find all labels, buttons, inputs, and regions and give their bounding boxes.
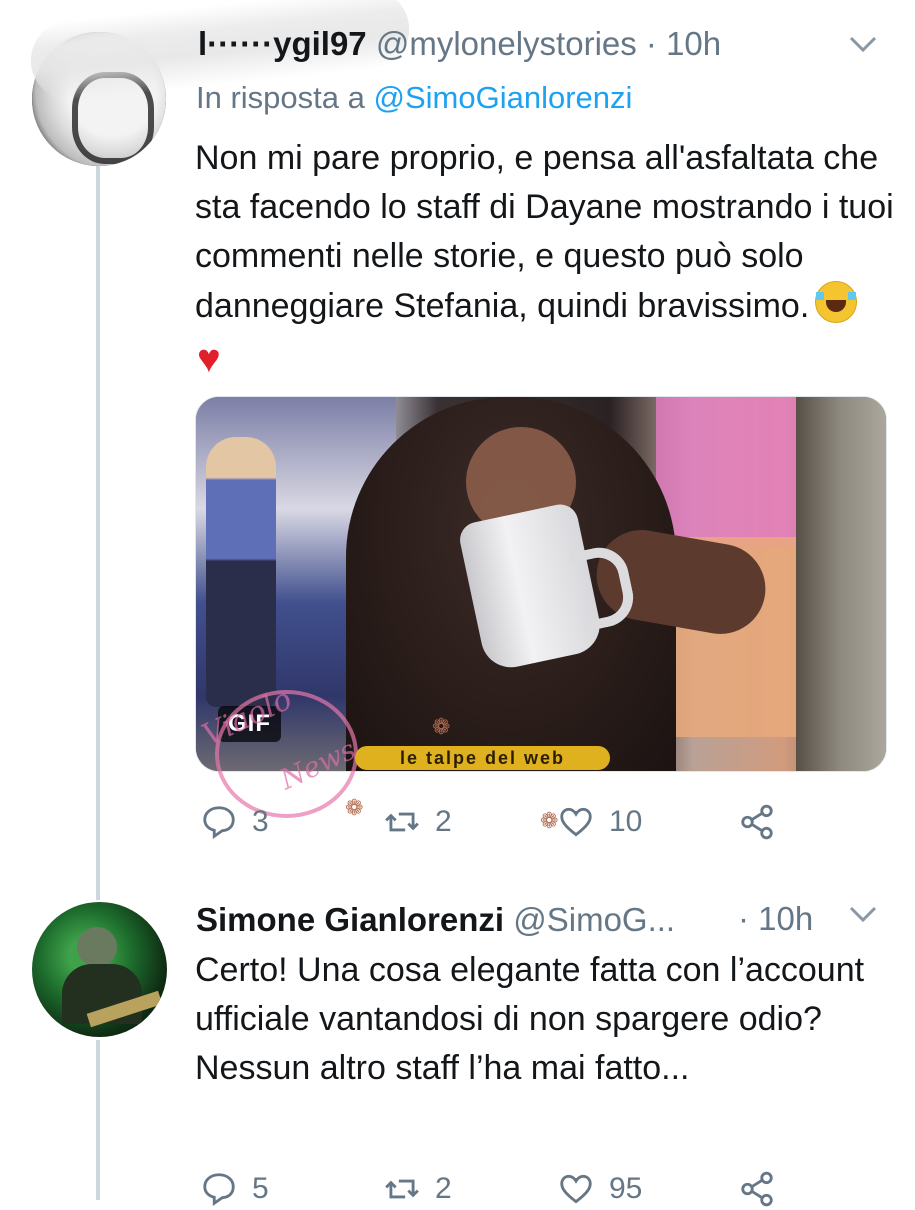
tweet1-time: · 10h	[645, 25, 722, 62]
avatar-tweet2[interactable]	[32, 902, 167, 1037]
tweet1-header: l······ygi⁠l97 @mylonelystories · 10h	[198, 24, 721, 64]
retweet-button[interactable]: 2	[383, 1170, 452, 1208]
share-icon	[741, 804, 773, 840]
like-count: 10	[609, 805, 643, 838]
share-button[interactable]	[738, 803, 776, 841]
heart-icon	[560, 1174, 592, 1204]
media-wall	[656, 397, 796, 547]
retweet-icon	[385, 812, 419, 832]
tweet1-text: Non mi pare proprio, e pensa all'asfalta…	[195, 134, 895, 380]
chevron-down-icon[interactable]	[848, 30, 878, 61]
like-count: 95	[609, 1172, 643, 1205]
tweet2-time: · 10h	[738, 900, 814, 937]
tweet2-text: Certo! Una cosa elegante fatta con l’acc…	[195, 951, 865, 1087]
paw-icon: ❁	[432, 714, 451, 739]
tweet1-author-handle[interactable]: @mylonelystories	[376, 25, 637, 62]
heart-icon	[560, 807, 592, 837]
reply-button[interactable]: 5	[200, 1170, 269, 1208]
tweet2-author-name[interactable]: Simone Gianlorenzi	[196, 901, 504, 938]
tweet1-actions: 3 2 10	[0, 803, 915, 843]
thread-connector	[96, 160, 100, 900]
share-button[interactable]	[738, 1170, 776, 1208]
retweet-count: 2	[435, 1172, 452, 1205]
media-person-left	[206, 437, 276, 707]
reply-count: 3	[252, 805, 269, 838]
chevron-down-icon[interactable]	[848, 900, 878, 931]
avatar-head	[77, 927, 117, 967]
watermark-talpe: le talpe del web	[355, 746, 610, 770]
like-button[interactable]: 10	[557, 803, 642, 841]
media-door	[796, 397, 886, 771]
reply-prefix: In risposta a	[196, 80, 365, 115]
reply-context: In risposta a @SimoGianlorenzi	[196, 80, 632, 116]
retweet-count: 2	[435, 805, 452, 838]
heart-emoji-icon: ♥	[197, 337, 221, 381]
reply-icon	[203, 806, 235, 839]
tweet2-actions: 5 2 95	[0, 1170, 915, 1210]
laughing-emoji-icon	[815, 281, 858, 323]
reply-icon	[203, 1173, 235, 1206]
tweet1-text-body: Non mi pare proprio, e pensa all'asfalta…	[195, 139, 894, 325]
tweet2-header: Simone Gianlorenzi @SimoG...	[196, 900, 675, 940]
reply-count: 5	[252, 1172, 269, 1205]
reply-button[interactable]: 3	[200, 803, 269, 841]
tweet2-author-handle[interactable]: @SimoG...	[513, 901, 675, 938]
retweet-icon	[385, 1179, 419, 1199]
tweet1-author-name[interactable]: l······ygi⁠l97	[198, 25, 367, 62]
reply-to-link[interactable]: @SimoGianlorenzi	[374, 80, 633, 115]
share-icon	[741, 1171, 773, 1207]
like-button[interactable]: 95	[557, 1170, 642, 1208]
retweet-button[interactable]: 2	[383, 803, 452, 841]
